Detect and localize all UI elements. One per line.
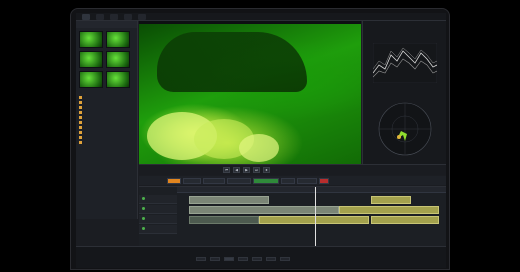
timeline-clip[interactable]: [189, 196, 269, 204]
track-header[interactable]: [139, 225, 177, 234]
page-switcher: [196, 257, 290, 261]
page-button[interactable]: [266, 257, 276, 261]
track-header[interactable]: [139, 205, 177, 214]
bottom-dock: [76, 246, 446, 268]
transport-bar: ⏮ ◀ ▶ ⏭ ⏹: [139, 164, 446, 175]
track-enable-icon[interactable]: [142, 197, 145, 200]
track-enable-icon[interactable]: [142, 227, 145, 230]
timeline-clip[interactable]: [339, 206, 439, 214]
laptop-bezel: ⏮ ◀ ▶ ⏭ ⏹: [70, 8, 450, 270]
toolbar-button[interactable]: [281, 177, 295, 184]
viewer-panel: [139, 21, 361, 164]
top-tab-bar: [76, 13, 446, 21]
tab-scopes[interactable]: [124, 13, 132, 20]
timeline-clip[interactable]: [371, 216, 439, 224]
timeline-ruler[interactable]: [177, 187, 446, 193]
tab-timeline[interactable]: [138, 13, 146, 20]
tab-library[interactable]: [96, 13, 104, 20]
media-panel-title: [76, 21, 137, 28]
folder-icon: [79, 125, 82, 129]
media-thumbnail-grid: [76, 28, 137, 91]
car-silhouette: [157, 32, 307, 92]
play-reverse-button[interactable]: ◀: [233, 167, 240, 173]
track-header[interactable]: [139, 215, 177, 224]
folder-icon: [79, 105, 82, 109]
toolbar-button[interactable]: [253, 177, 279, 184]
smoke-cloud: [239, 134, 279, 162]
media-thumbnail[interactable]: [106, 71, 130, 88]
folder-icon: [79, 140, 82, 144]
go-to-start-button[interactable]: ⏮: [223, 167, 230, 173]
toolbar-button[interactable]: [203, 177, 225, 184]
track-enable-icon[interactable]: [142, 217, 145, 220]
tab-media[interactable]: [82, 13, 90, 20]
toolbar-button[interactable]: [167, 177, 181, 184]
media-thumbnail[interactable]: [79, 51, 103, 68]
tab-viewer[interactable]: [110, 13, 118, 20]
folder-icon: [79, 95, 82, 99]
timeline-clip[interactable]: [189, 206, 339, 214]
media-thumbnail[interactable]: [106, 31, 130, 48]
waveform-scope: [373, 43, 437, 83]
editor-screen: ⏮ ◀ ▶ ⏭ ⏹: [76, 13, 446, 268]
edit-toolbar: [139, 176, 446, 185]
go-to-end-button[interactable]: ⏭: [253, 167, 260, 173]
page-button[interactable]: [210, 257, 220, 261]
page-button[interactable]: [238, 257, 248, 261]
folder-icon: [79, 110, 82, 114]
play-button[interactable]: ▶: [243, 167, 250, 173]
page-button[interactable]: [280, 257, 290, 261]
page-button[interactable]: [252, 257, 262, 261]
media-thumbnail[interactable]: [79, 31, 103, 48]
timeline-clip[interactable]: [189, 216, 259, 224]
vectorscope: [378, 102, 432, 156]
toolbar-button[interactable]: [319, 177, 329, 184]
toolbar-button[interactable]: [183, 177, 201, 184]
video-frame[interactable]: [139, 24, 361, 164]
bin-tree: [76, 91, 137, 145]
timeline-clip[interactable]: [259, 216, 369, 224]
folder-icon: [79, 130, 82, 134]
page-button[interactable]: [224, 257, 234, 261]
scopes-panel: [362, 21, 446, 164]
folder-icon: [79, 100, 82, 104]
media-thumbnail[interactable]: [106, 51, 130, 68]
media-thumbnail[interactable]: [79, 71, 103, 88]
media-panel: [76, 21, 138, 219]
page-button[interactable]: [196, 257, 206, 261]
timeline-clip[interactable]: [371, 196, 411, 204]
stop-button[interactable]: ⏹: [263, 167, 270, 173]
track-enable-icon[interactable]: [142, 207, 145, 210]
timeline-panel: [139, 186, 446, 247]
laptop: ⏮ ◀ ▶ ⏭ ⏹: [70, 8, 450, 272]
folder-icon: [79, 120, 82, 124]
folder-icon: [79, 115, 82, 119]
track-header[interactable]: [139, 195, 177, 204]
toolbar-button[interactable]: [297, 177, 317, 184]
playhead[interactable]: [315, 187, 316, 247]
folder-icon: [79, 135, 82, 139]
toolbar-button[interactable]: [227, 177, 251, 184]
bin-tree-item[interactable]: [79, 140, 134, 145]
